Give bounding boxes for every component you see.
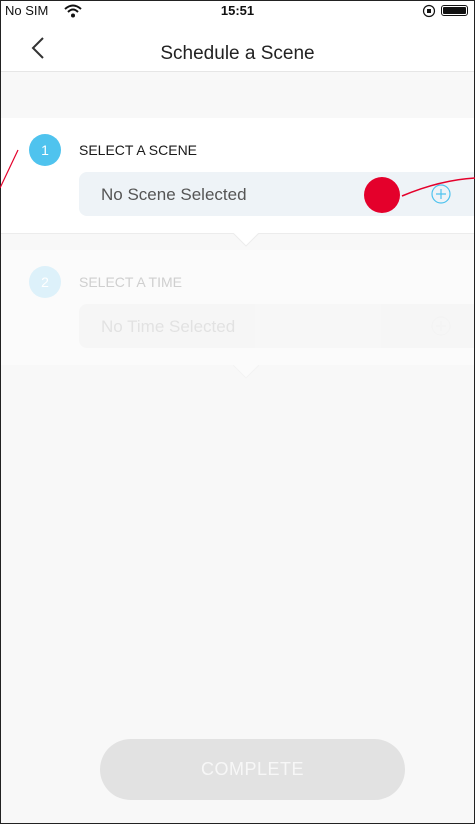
select-scene-value: No Scene Selected — [101, 185, 247, 204]
step-number-badge: 1 — [29, 134, 61, 166]
battery-icon — [441, 5, 468, 16]
select-time-field[interactable]: No Time Selected — [79, 304, 474, 348]
step-select-time: 2 SELECT A TIME No Time Selected — [1, 250, 474, 365]
status-time: 15:51 — [220, 3, 255, 18]
select-scene-field[interactable]: No Scene Selected — [79, 172, 474, 216]
phone-frame: No SIM 15:51 Schedule a Scene 1 SELECT A… — [0, 0, 475, 824]
page-title: Schedule a Scene — [160, 43, 315, 64]
step-caret — [233, 233, 259, 247]
step-label: SELECT A TIME — [79, 274, 182, 290]
orientation-lock-icon — [422, 4, 436, 18]
step-select-scene: 1 SELECT A SCENE No Scene Selected — [1, 118, 474, 234]
plus-circle-icon[interactable] — [431, 184, 451, 204]
plus-circle-icon[interactable] — [431, 316, 451, 336]
status-bar: No SIM 15:51 — [1, 1, 474, 21]
select-time-value: No Time Selected — [101, 317, 236, 336]
step-number-badge: 2 — [29, 266, 61, 298]
step-label: SELECT A SCENE — [79, 142, 198, 158]
complete-button[interactable]: COMPLETE — [100, 739, 405, 800]
nav-bar: Schedule a Scene — [1, 21, 474, 72]
step-caret — [233, 365, 259, 379]
